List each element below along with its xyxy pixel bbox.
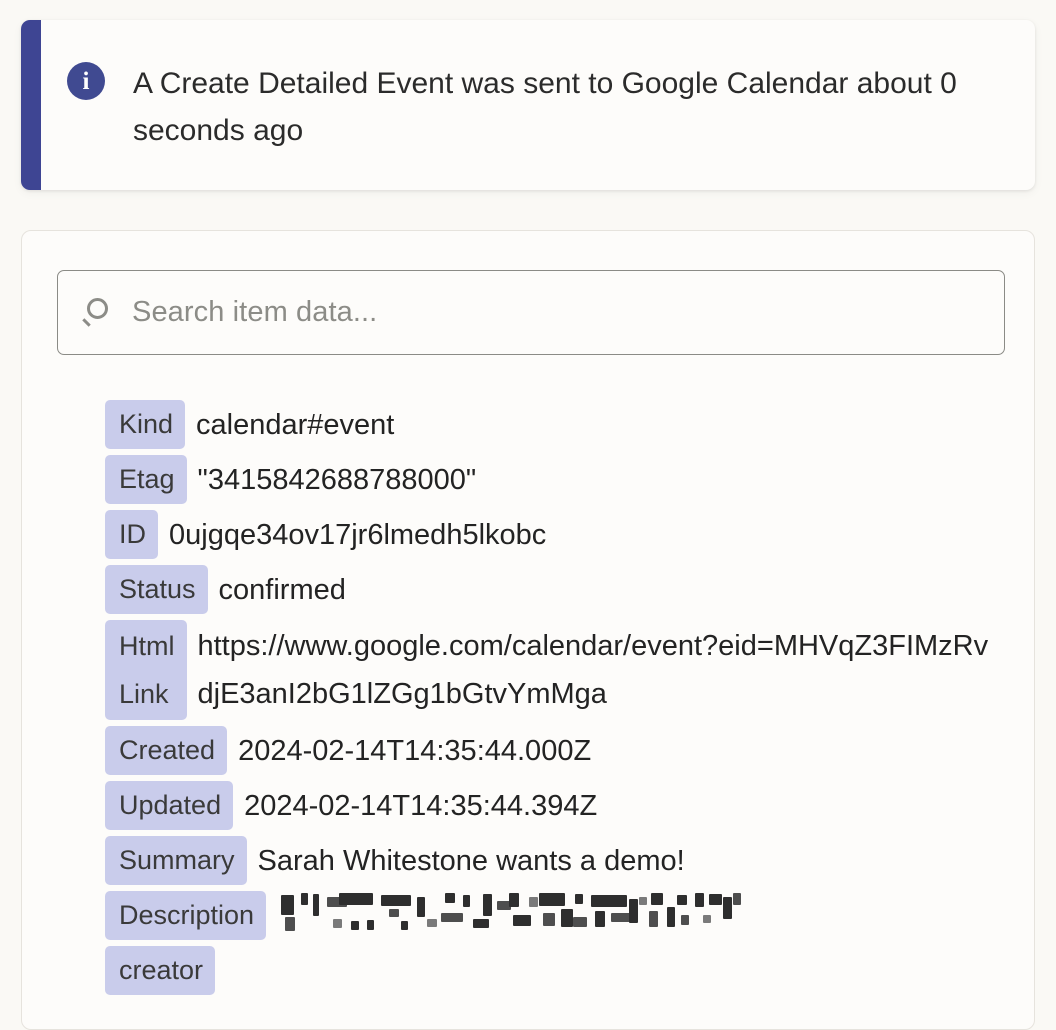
field-value: 2024-02-14T14:35:44.394Z: [244, 790, 598, 822]
table-row: Status confirmed: [105, 565, 1002, 614]
search-input-placeholder: Search item data...: [132, 296, 378, 328]
field-value: Sarah Whitestone wants a demo!: [257, 845, 685, 877]
search-icon: [80, 296, 114, 330]
field-key: Kind: [105, 400, 186, 449]
alert-accent-bar: [21, 20, 41, 190]
field-value: 0ujgqe34ov17jr6lmedh5lkobc: [169, 519, 547, 551]
field-value: 2024-02-14T14:35:44.000Z: [238, 735, 592, 767]
search-input[interactable]: Search item data...: [57, 270, 1005, 355]
execution-status-alert: i A Create Detailed Event was sent to Go…: [21, 20, 1035, 190]
item-data-panel: i A Create Detailed Event was sent to Go…: [0, 0, 1056, 1030]
field-key: creator: [105, 946, 216, 995]
info-icon: i: [67, 62, 105, 100]
table-row: Etag "3415842688788000": [105, 455, 1002, 504]
table-row: Html Link https://www.google.com/calenda…: [105, 620, 1002, 720]
table-row: Kind calendar#event: [105, 400, 1002, 449]
field-key: Etag: [105, 455, 187, 504]
table-row: Description: [105, 891, 1002, 940]
field-key: Created: [105, 726, 228, 775]
table-row: Summary Sarah Whitestone wants a demo!: [105, 836, 1002, 885]
field-key: Updated: [105, 781, 234, 830]
info-icon-glyph: i: [82, 67, 90, 95]
field-key: Description: [105, 891, 267, 940]
field-key: ID: [105, 510, 158, 559]
field-key: Summary: [105, 836, 247, 885]
field-value: https://www.google.com/calendar/event?ei…: [197, 630, 989, 710]
table-row: Created 2024-02-14T14:35:44.000Z: [105, 726, 1002, 775]
field-value: calendar#event: [196, 409, 395, 441]
field-key: Html Link: [105, 620, 187, 720]
alert-message: A Create Detailed Event was sent to Goog…: [133, 67, 957, 147]
item-data-card: Search item data... Kind calendar#event …: [21, 230, 1035, 1030]
field-value: confirmed: [218, 574, 346, 606]
table-row: Updated 2024-02-14T14:35:44.394Z: [105, 781, 1002, 830]
table-row: creator: [105, 946, 1002, 995]
field-value: "3415842688788000": [197, 464, 477, 496]
item-data-rows: Kind calendar#event Etag "34158426887880…: [57, 400, 1002, 995]
alert-content: i A Create Detailed Event was sent to Go…: [21, 20, 993, 190]
field-value-redacted: [277, 891, 1002, 939]
item-data-card-inner: Search item data... Kind calendar#event …: [22, 231, 1034, 995]
table-row: ID 0ujgqe34ov17jr6lmedh5lkobc: [105, 510, 1002, 559]
field-key: Status: [105, 565, 208, 614]
field-value: [226, 946, 1002, 947]
